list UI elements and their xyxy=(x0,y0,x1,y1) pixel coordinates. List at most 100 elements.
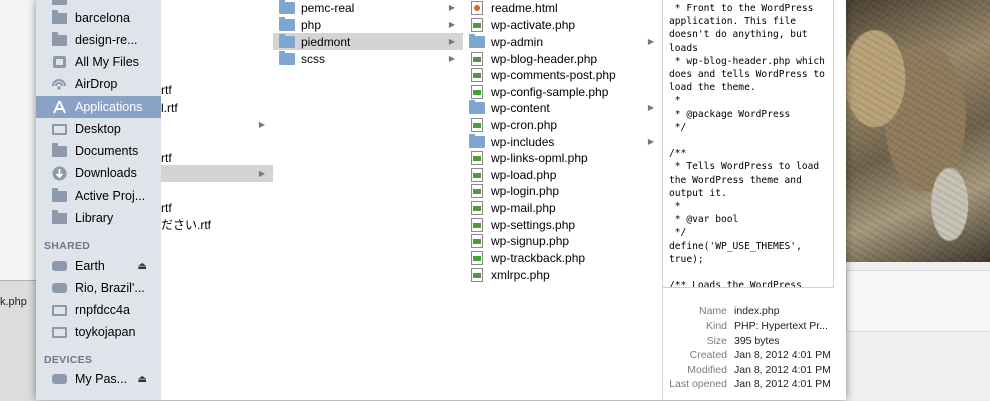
sidebar-item-rnpfdcc4a[interactable]: rnpfdcc4a xyxy=(36,299,161,321)
eject-icon[interactable]: ⏏ xyxy=(138,261,147,272)
list-item[interactable]: wp-comments-post.php xyxy=(463,66,662,83)
sidebar-item-toykojapan[interactable]: toykojapan xyxy=(36,321,161,343)
computer-icon xyxy=(51,303,67,317)
php-file-icon xyxy=(471,200,483,215)
list-item[interactable]: wp-config-sample.php xyxy=(463,83,662,100)
sidebar-section-shared: SHARED xyxy=(44,240,91,252)
chevron-right-icon: ▶ xyxy=(258,169,265,178)
list-item[interactable]: php ▶ xyxy=(273,16,463,33)
sidebar-item-label: barcelona xyxy=(75,11,130,25)
list-item[interactable]: wp-load.php xyxy=(463,166,662,183)
list-item[interactable]: wp-includes ▶ xyxy=(463,133,662,150)
drive-icon xyxy=(51,372,67,386)
applications-icon xyxy=(51,100,67,114)
php-file-icon xyxy=(471,217,483,232)
sidebar-item-library[interactable]: Library xyxy=(36,207,161,229)
background-window-box xyxy=(846,270,990,332)
php-file-icon xyxy=(471,183,483,198)
list-item[interactable]: rtf xyxy=(161,199,273,216)
documents-icon xyxy=(51,142,67,158)
chevron-right-icon: ▶ xyxy=(448,37,455,46)
sidebar-item-all-my-files[interactable]: All My Files xyxy=(36,51,161,73)
list-item[interactable]: scss ▶ xyxy=(273,50,463,67)
list-item[interactable]: rtf xyxy=(161,81,273,98)
sidebar-item-label: Downloads xyxy=(75,166,137,180)
sidebar-item-label: Active Proj... xyxy=(75,189,146,203)
list-item[interactable]: wp-settings.php xyxy=(463,216,662,233)
list-item[interactable]: readme.html xyxy=(463,0,662,16)
sidebar-item-label: toykojapan xyxy=(75,325,136,339)
list-item[interactable]: ▶ xyxy=(161,165,273,182)
list-item[interactable]: ださい.rtf xyxy=(161,216,273,233)
sidebar-item-active-projects[interactable]: Active Proj... xyxy=(36,185,161,207)
folder-icon xyxy=(279,33,295,48)
list-item[interactable]: xmlrpc.php xyxy=(463,266,662,283)
aerial-photo-texture xyxy=(846,0,990,262)
php-file-icon xyxy=(471,167,483,182)
sidebar-item-label: Desktop xyxy=(75,122,121,136)
sidebar-section-devices: DEVICES xyxy=(44,354,93,366)
downloads-icon xyxy=(51,166,67,180)
php-file-icon xyxy=(471,51,483,66)
php-file-icon xyxy=(471,17,483,32)
list-item[interactable]: ▶ xyxy=(161,116,273,133)
desktop-icon xyxy=(51,122,67,136)
sidebar-item-my-passport[interactable]: My Pas... ⏏ xyxy=(36,368,161,390)
list-item[interactable]: rtf xyxy=(161,149,273,166)
sidebar-item-label: AirDrop xyxy=(75,77,118,91)
sidebar-item-label: rnpfdcc4a xyxy=(75,303,130,317)
list-item[interactable]: wp-content ▶ xyxy=(463,99,662,116)
file-preview[interactable]: * Front to the WordPress application. Th… xyxy=(662,0,834,288)
sidebar-item-downloads[interactable]: Downloads xyxy=(36,162,161,184)
airdrop-icon xyxy=(51,77,67,91)
sidebar-item-desktop[interactable]: Desktop xyxy=(36,118,161,140)
sidebar-item-label: Applications xyxy=(75,100,143,114)
list-item[interactable]: l.rtf xyxy=(161,99,273,116)
list-item[interactable]: wp-blog-header.php xyxy=(463,50,662,67)
folder-icon xyxy=(279,50,295,65)
list-item[interactable]: wp-signup.php xyxy=(463,232,662,249)
php-file-icon xyxy=(471,267,483,282)
all-files-icon xyxy=(51,55,67,69)
browser-column-3: readme.html wp-activate.php wp-admin ▶ wp… xyxy=(463,0,663,400)
sidebar-item-barcelona[interactable]: barcelona xyxy=(36,7,161,29)
folder-icon xyxy=(51,187,67,203)
list-item[interactable]: wp-cron.php xyxy=(463,116,662,133)
list-item[interactable]: wp-mail.php xyxy=(463,199,662,216)
list-item[interactable]: wp-login.php xyxy=(463,182,662,199)
folder-icon xyxy=(279,0,295,14)
php-file-icon xyxy=(471,84,483,99)
folder-icon xyxy=(51,31,67,47)
list-item[interactable]: wp-trackback.php xyxy=(463,249,662,266)
sidebar-item-label: Rio, Brazil'... xyxy=(75,281,145,295)
chevron-right-icon: ▶ xyxy=(647,103,654,112)
sidebar-item-earth[interactable]: Earth ⏏ xyxy=(36,255,161,277)
php-file-icon xyxy=(471,233,483,248)
php-file-icon xyxy=(471,117,483,132)
sidebar-item-label: Library xyxy=(75,211,114,225)
list-item[interactable]: wp-admin ▶ xyxy=(463,33,662,50)
sidebar-item-label: Earth xyxy=(75,259,105,273)
sidebar-item-applications[interactable]: Applications xyxy=(36,96,161,118)
php-file-icon xyxy=(471,67,483,82)
list-item[interactable]: pemc-real ▶ xyxy=(273,0,463,16)
chevron-right-icon: ▶ xyxy=(647,37,654,46)
chevron-right-icon: ▶ xyxy=(448,3,455,12)
eject-icon[interactable]: ⏏ xyxy=(138,374,147,385)
list-item[interactable]: piedmont ▶ xyxy=(273,33,463,50)
list-item[interactable]: wp-activate.php xyxy=(463,16,662,33)
chevron-right-icon: ▶ xyxy=(258,120,265,129)
list-item[interactable]: wp-links-opml.php xyxy=(463,149,662,166)
sidebar-item-rio[interactable]: Rio, Brazil'... xyxy=(36,277,161,299)
folder-icon xyxy=(469,133,485,148)
sidebar-item-design[interactable]: design-re... xyxy=(36,29,161,51)
drive-icon xyxy=(51,259,67,273)
sidebar-item-label: design-re... xyxy=(75,33,138,47)
computer-icon xyxy=(51,325,67,339)
sidebar-item-documents[interactable]: Documents xyxy=(36,140,161,162)
browser-column-1: rtf l.rtf ▶ rtf ▶ rtf ださい.rtf xyxy=(161,0,274,400)
sidebar-item-airdrop[interactable]: AirDrop xyxy=(36,73,161,95)
html-file-icon xyxy=(471,0,483,15)
chevron-right-icon: ▶ xyxy=(448,20,455,29)
background-file-label: k.php xyxy=(0,296,27,308)
